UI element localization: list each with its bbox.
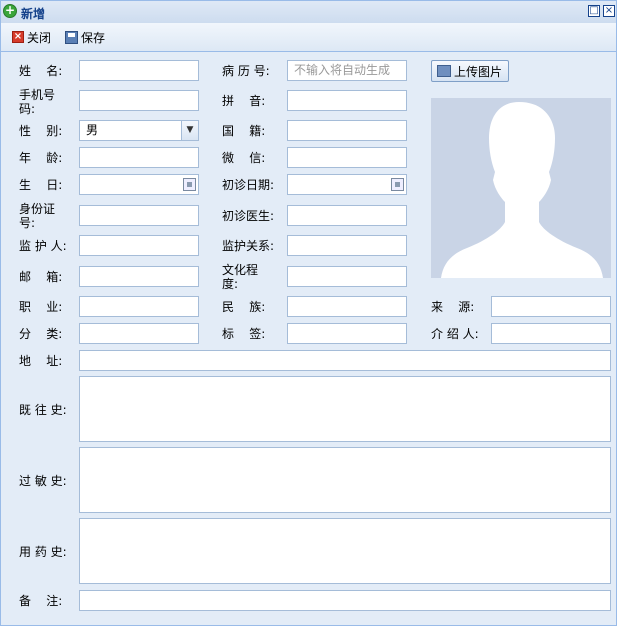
close-window-button[interactable]: ×: [603, 5, 615, 17]
email-label: 邮 箱:: [19, 270, 63, 284]
first-visit-date-field[interactable]: [287, 174, 407, 195]
save-label: 保存: [81, 30, 106, 45]
first-doctor-label: 初诊医生:: [222, 209, 275, 223]
ethnicity-field[interactable]: [287, 296, 407, 317]
person-silhouette-icon: [441, 102, 603, 278]
upload-label: 上传图片: [454, 64, 503, 79]
tag-label: 标 签:: [222, 327, 266, 341]
nationality-field[interactable]: [287, 120, 407, 141]
referrer-label: 介 绍 人:: [431, 327, 479, 341]
referrer-field[interactable]: [491, 323, 611, 344]
allergy-history-label: 过 敏 史:: [19, 474, 67, 488]
category-field[interactable]: [79, 323, 199, 344]
close-icon: ×: [12, 31, 24, 43]
birthday-label: 生 日:: [19, 178, 63, 192]
medication-history-textarea[interactable]: [79, 518, 611, 584]
toolbar: × 关闭 保存: [1, 23, 616, 52]
remarks-label: 备 注:: [19, 594, 63, 608]
education-field[interactable]: [287, 266, 407, 287]
first-doctor-field[interactable]: [287, 205, 407, 226]
close-button[interactable]: × 关闭: [12, 29, 51, 45]
ethnicity-label: 民 族:: [222, 300, 266, 314]
medical-history-label: 既 往 史:: [19, 403, 67, 417]
phone-field[interactable]: [79, 90, 199, 111]
title-bar[interactable]: + 新增 □ ×: [1, 1, 616, 24]
wechat-field[interactable]: [287, 147, 407, 168]
age-label: 年 龄:: [19, 151, 63, 165]
guardian-field[interactable]: [79, 235, 199, 256]
save-icon: [65, 30, 78, 44]
upload-image-button[interactable]: 上传图片: [431, 60, 509, 82]
gender-select[interactable]: 男 ▼: [79, 120, 199, 141]
source-field[interactable]: [491, 296, 611, 317]
first-visit-date-label: 初诊日期:: [222, 178, 275, 192]
category-label: 分 类:: [19, 327, 63, 341]
pinyin-field[interactable]: [287, 90, 407, 111]
occupation-label: 职 业:: [19, 300, 63, 314]
medical-history-textarea[interactable]: [79, 376, 611, 442]
occupation-field[interactable]: [79, 296, 199, 317]
remarks-field[interactable]: [79, 590, 611, 611]
window-title: 新增: [21, 7, 46, 21]
record-no-label: 病 历 号:: [222, 64, 270, 78]
age-field[interactable]: [79, 147, 199, 168]
address-field[interactable]: [79, 350, 611, 371]
record-no-field[interactable]: 不输入将自动生成: [287, 60, 407, 81]
chevron-down-icon[interactable]: ▼: [181, 121, 198, 140]
guardian-relation-label: 监护关系:: [222, 239, 275, 253]
education-label: 文化程度:: [222, 263, 259, 291]
source-label: 来 源:: [431, 300, 475, 314]
calendar-icon[interactable]: [183, 178, 196, 191]
tag-field[interactable]: [287, 323, 407, 344]
save-button[interactable]: 保存: [65, 29, 105, 45]
maximize-button[interactable]: □: [588, 5, 600, 17]
nationality-label: 国 籍:: [222, 124, 266, 138]
add-icon: +: [3, 3, 17, 18]
gender-label: 性 别:: [19, 124, 63, 138]
gender-value: 男: [86, 123, 99, 137]
image-icon: [437, 65, 451, 77]
guardian-relation-field[interactable]: [287, 235, 407, 256]
email-field[interactable]: [79, 266, 199, 287]
medication-history-label: 用 药 史:: [19, 545, 67, 559]
id-no-field[interactable]: [79, 205, 199, 226]
name-label: 姓 名:: [19, 64, 63, 78]
phone-label: 手机号码:: [19, 88, 56, 116]
close-label: 关闭: [27, 30, 52, 45]
address-label: 地 址:: [19, 354, 63, 368]
name-field[interactable]: [79, 60, 199, 81]
guardian-label: 监 护 人:: [19, 239, 67, 253]
pinyin-label: 拼 音:: [222, 94, 266, 108]
calendar-icon[interactable]: [391, 178, 404, 191]
id-no-label: 身份证号:: [19, 202, 56, 230]
birthday-field[interactable]: [79, 174, 199, 195]
avatar: [431, 98, 611, 278]
allergy-history-textarea[interactable]: [79, 447, 611, 513]
wechat-label: 微 信:: [222, 151, 266, 165]
